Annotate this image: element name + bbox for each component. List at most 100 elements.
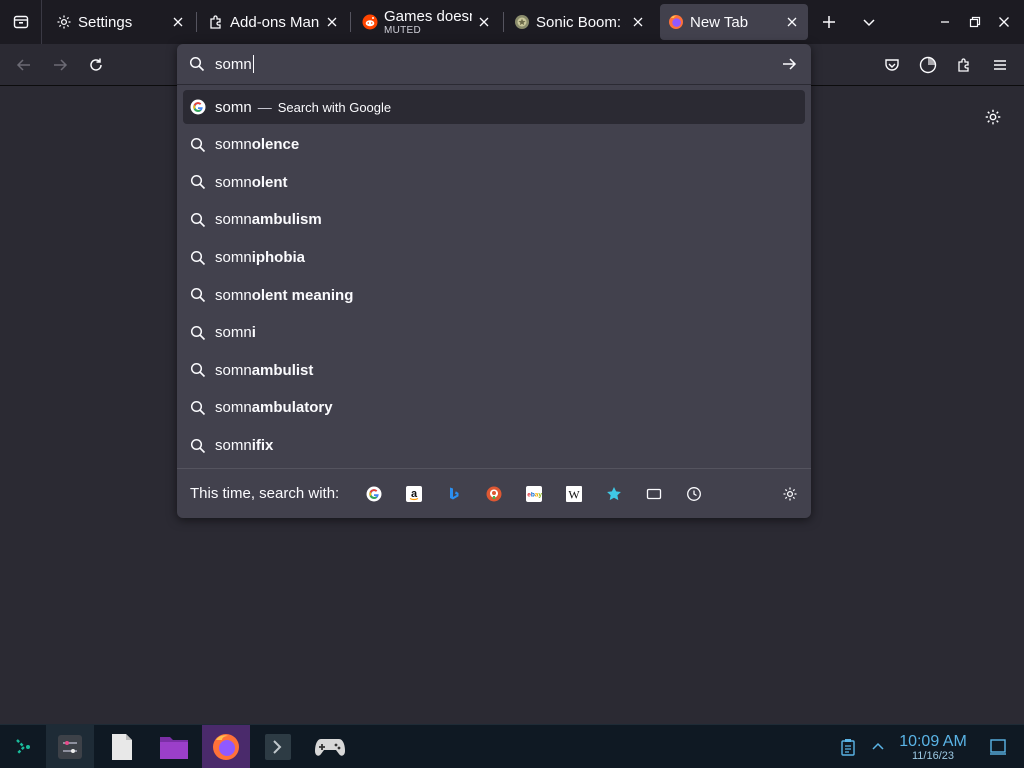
suggestion-typed-text: somn bbox=[215, 286, 252, 304]
back-button[interactable] bbox=[9, 50, 39, 80]
search-suggestion[interactable]: somn iphobia bbox=[177, 239, 811, 277]
suggestion-completion-text: olent meaning bbox=[251, 286, 354, 304]
google-icon[interactable] bbox=[362, 482, 386, 506]
address-bar-input[interactable] bbox=[215, 54, 755, 74]
tab-reddit-games[interactable]: Games doesn' MUTED bbox=[354, 4, 500, 40]
tab-sonic-boom[interactable]: Sonic Boom: S bbox=[506, 4, 654, 40]
tab-new-tab[interactable]: New Tab bbox=[660, 4, 808, 40]
suggestion-typed-text: somn bbox=[215, 173, 252, 191]
search-icon bbox=[189, 399, 207, 417]
ebay-icon[interactable]: ebay bbox=[522, 482, 546, 506]
reddit-icon bbox=[362, 14, 378, 30]
extensions-button[interactable] bbox=[949, 50, 979, 80]
search-icon bbox=[189, 437, 207, 455]
forward-button[interactable] bbox=[45, 50, 75, 80]
search-suggestion[interactable]: somn olent bbox=[177, 164, 811, 202]
svg-text:ebay: ebay bbox=[527, 492, 542, 499]
firefox-icon bbox=[213, 734, 239, 760]
tab-title: Add-ons Mana bbox=[230, 13, 320, 31]
search-icon bbox=[189, 286, 207, 304]
amazon-icon[interactable]: a bbox=[402, 482, 426, 506]
tab-muted-label: MUTED bbox=[384, 25, 422, 36]
bing-icon[interactable] bbox=[442, 482, 466, 506]
close-tab-icon[interactable] bbox=[476, 14, 492, 30]
taskbar-terminal[interactable] bbox=[254, 725, 302, 768]
restore-button[interactable] bbox=[959, 6, 991, 38]
duckduckgo-icon[interactable] bbox=[482, 482, 506, 506]
account-sync-icon bbox=[919, 56, 937, 74]
account-button[interactable] bbox=[913, 50, 943, 80]
search-suggestion[interactable]: somn ambulatory bbox=[177, 389, 811, 427]
customize-new-tab-button[interactable] bbox=[980, 104, 1006, 130]
suggestion-completion-text: olence bbox=[251, 136, 300, 154]
search-icon bbox=[189, 249, 207, 267]
suggestion-completion-text: iphobia bbox=[251, 249, 306, 267]
puzzle-icon bbox=[958, 58, 969, 72]
close-window-button[interactable] bbox=[988, 6, 1020, 38]
close-tab-icon[interactable] bbox=[324, 14, 340, 30]
history-icon[interactable] bbox=[682, 482, 706, 506]
separator-dash: — bbox=[257, 99, 272, 115]
tab-title: New Tab bbox=[690, 13, 749, 31]
taskbar-system-settings[interactable] bbox=[46, 725, 94, 768]
firefox-icon bbox=[668, 14, 684, 30]
minimize-icon bbox=[941, 21, 949, 23]
tab-addons-manager[interactable]: Add-ons Mana bbox=[200, 4, 348, 40]
show-hidden-icons-button[interactable] bbox=[860, 725, 896, 768]
search-icon bbox=[189, 136, 207, 154]
go-button[interactable] bbox=[777, 52, 801, 76]
forward-arrow-icon bbox=[54, 59, 68, 71]
clock-date: 11/16/23 bbox=[911, 750, 954, 762]
search-suggestion[interactable]: somn ifix bbox=[177, 427, 811, 465]
app-menu-button[interactable] bbox=[985, 50, 1015, 80]
wikipedia-icon[interactable]: W bbox=[562, 482, 586, 506]
new-tab-button[interactable] bbox=[813, 6, 845, 38]
show-desktop-button[interactable] bbox=[976, 725, 1020, 768]
search-icon bbox=[189, 361, 207, 379]
tab-title: Games doesn' bbox=[384, 8, 472, 25]
search-suggestion[interactable]: somn olence bbox=[177, 126, 811, 164]
search-with-label: This time, search with: bbox=[190, 485, 340, 502]
minimize-button[interactable] bbox=[929, 6, 961, 38]
firefox-view-button[interactable] bbox=[0, 0, 42, 44]
close-tab-icon[interactable] bbox=[630, 14, 646, 30]
taskbar-text-editor[interactable] bbox=[98, 725, 146, 768]
taskbar-firefox[interactable] bbox=[202, 725, 250, 768]
pocket-icon bbox=[885, 59, 899, 71]
taskbar-file-manager[interactable] bbox=[150, 725, 198, 768]
suggestion-typed-text: somn bbox=[215, 249, 252, 267]
search-with-google-result[interactable]: somn — Search with Google bbox=[183, 90, 805, 124]
tabs-icon[interactable] bbox=[642, 482, 666, 506]
application-launcher-button[interactable] bbox=[0, 725, 48, 768]
svg-text:a: a bbox=[411, 488, 418, 500]
chevron-up-icon bbox=[872, 742, 884, 750]
reload-button[interactable] bbox=[81, 50, 111, 80]
arrow-right-icon bbox=[783, 58, 797, 70]
suggestion-typed-text: somn bbox=[215, 324, 252, 342]
pocket-button[interactable] bbox=[877, 50, 907, 80]
search-settings-gear-icon[interactable] bbox=[778, 482, 802, 506]
settings-app-icon bbox=[58, 735, 82, 759]
suggestion-typed-text: somn bbox=[215, 136, 252, 154]
reload-icon bbox=[90, 58, 102, 71]
urlbar-results: somn — Search with Google somn olence somn… bbox=[177, 90, 811, 464]
search-suggestion[interactable]: somn ambulism bbox=[177, 201, 811, 239]
digital-clock[interactable]: 10:09 AM 11/16/23 bbox=[896, 733, 970, 762]
close-tab-icon[interactable] bbox=[170, 14, 186, 30]
search-icon bbox=[189, 324, 207, 342]
close-tab-icon[interactable] bbox=[784, 14, 800, 30]
google-icon bbox=[189, 98, 207, 116]
show-desktop-icon bbox=[990, 739, 1006, 755]
puzzle-icon bbox=[208, 14, 224, 30]
hamburger-menu-icon bbox=[994, 60, 1006, 70]
bookmarks-icon[interactable] bbox=[602, 482, 626, 506]
list-all-tabs-button[interactable] bbox=[853, 6, 885, 38]
tab-separator bbox=[196, 12, 197, 32]
tab-settings[interactable]: Settings bbox=[48, 4, 194, 40]
svg-text:W: W bbox=[568, 488, 580, 502]
search-suggestion[interactable]: somn ambulist bbox=[177, 352, 811, 390]
document-icon bbox=[112, 734, 132, 760]
search-suggestion[interactable]: somn i bbox=[177, 314, 811, 352]
taskbar-game-controller[interactable] bbox=[306, 725, 354, 768]
search-suggestion[interactable]: somn olent meaning bbox=[177, 276, 811, 314]
